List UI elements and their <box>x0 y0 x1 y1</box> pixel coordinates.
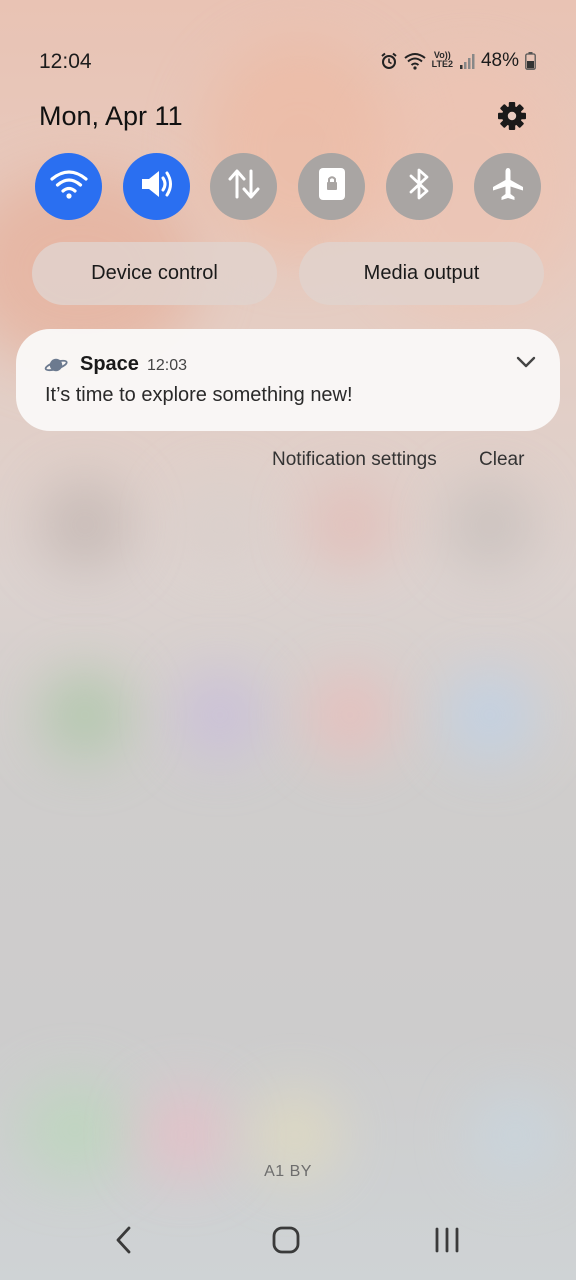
notification-settings-button[interactable]: Notification settings <box>272 449 437 471</box>
back-icon <box>114 1225 134 1260</box>
status-icons: Vo)) LTE2 48% <box>380 46 536 76</box>
sound-toggle[interactable] <box>123 153 190 220</box>
bluetooth-toggle[interactable] <box>386 153 453 220</box>
home-icon <box>272 1226 300 1259</box>
airplane-mode-toggle[interactable] <box>474 153 541 220</box>
back-button[interactable] <box>104 1222 144 1262</box>
recents-icon <box>433 1227 461 1258</box>
wifi-icon <box>404 52 426 70</box>
planet-icon <box>44 356 68 379</box>
date-label: Mon, Apr 11 <box>39 101 183 131</box>
status-time: 12:04 <box>39 50 92 73</box>
notification-message: It’s time to explore something new! <box>45 384 353 406</box>
quick-toggles <box>35 153 541 220</box>
bluetooth-icon <box>407 166 433 207</box>
home-button[interactable] <box>266 1222 306 1262</box>
navigation-bar <box>0 1200 576 1280</box>
data-arrows-icon <box>226 168 262 205</box>
screen-lock-toggle[interactable] <box>298 153 365 220</box>
recents-button[interactable] <box>427 1222 467 1262</box>
chevron-down-icon[interactable] <box>516 355 536 374</box>
wifi-toggle[interactable] <box>35 153 102 220</box>
battery-percent: 48% <box>480 50 519 71</box>
signal-icon <box>459 52 475 70</box>
lock-icon <box>317 166 347 207</box>
mobile-data-toggle[interactable] <box>210 153 277 220</box>
carrier-label: A1 BY <box>264 1163 312 1180</box>
clear-button[interactable]: Clear <box>479 449 524 471</box>
device-control-button[interactable]: Device control <box>32 242 277 305</box>
settings-gear-button[interactable] <box>495 99 529 133</box>
notification-app-name: Space <box>80 353 139 375</box>
notification-card[interactable]: Space 12:03 It’s time to explore somethi… <box>16 329 560 431</box>
wifi-icon <box>49 168 88 205</box>
speaker-icon <box>138 167 176 206</box>
media-output-button[interactable]: Media output <box>299 242 544 305</box>
gear-icon <box>495 102 529 137</box>
alarm-icon <box>380 52 398 70</box>
notification-time: 12:03 <box>147 357 188 374</box>
battery-icon <box>525 52 536 70</box>
status-bar: 12:04 Vo)) LTE2 48% <box>0 0 576 80</box>
volte-lte-icon: Vo)) LTE2 <box>431 50 453 69</box>
airplane-icon <box>490 166 526 207</box>
